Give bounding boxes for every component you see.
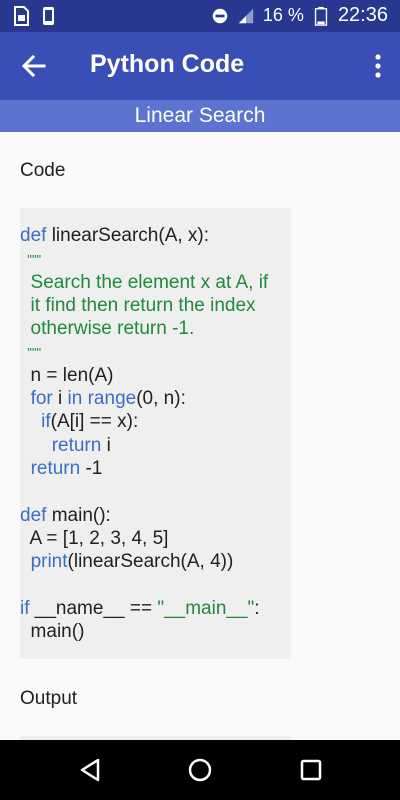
code-token: it find then return the index	[20, 294, 256, 316]
battery-icon	[314, 6, 328, 26]
code-token: return	[51, 434, 102, 456]
code-line: A = [1, 2, 3, 4, 5]	[20, 527, 291, 550]
code-line: Search the element x at A, if	[20, 271, 291, 294]
signal-icon	[238, 8, 254, 23]
sub-header: Linear Search	[0, 100, 400, 132]
home-circle-icon[interactable]	[186, 756, 214, 784]
code-token: print	[30, 551, 68, 573]
code-token: n = len(A)	[20, 364, 114, 386]
code-token: if	[20, 597, 30, 619]
code-token: i	[52, 388, 68, 410]
code-line: if __name__ == "__main__":	[20, 597, 291, 620]
phone-icon	[43, 7, 54, 25]
code-token: otherwise return -1.	[20, 318, 195, 340]
code-line: def main():	[20, 504, 291, 527]
recents-square-icon[interactable]	[297, 756, 325, 784]
code-line: return -1	[20, 457, 291, 480]
back-triangle-icon[interactable]	[76, 756, 104, 784]
code-token: range	[87, 388, 137, 410]
clock: 22:36	[337, 4, 388, 26]
code-token: :	[254, 597, 260, 619]
sim-card-icon	[14, 6, 29, 26]
battery-percent: 16 %	[262, 5, 304, 25]
code-line: """	[20, 340, 291, 363]
code-token: return	[30, 457, 81, 479]
code-line: if(A[i] == x):	[20, 410, 291, 433]
code-token: __name__ ==	[29, 597, 158, 619]
code-line: main()	[20, 620, 291, 643]
code-section-label: Code	[20, 160, 66, 181]
code-token: """	[20, 252, 42, 268]
code-token: Search the element x at A, if	[20, 271, 269, 293]
code-token: i	[101, 434, 111, 456]
code-line: print(linearSearch(A, 4))	[20, 550, 291, 573]
code-line: otherwise return -1.	[20, 317, 291, 340]
code-token: (A[i] == x):	[50, 411, 139, 433]
code-token: """	[20, 345, 42, 361]
code-token: A = [1, 2, 3, 4, 5]	[20, 527, 169, 549]
code-token: def	[20, 504, 47, 526]
code-text: def linearSearch(A, x): """ Search the e…	[20, 208, 291, 643]
code-token: in	[67, 388, 83, 410]
navigation-bar	[0, 740, 400, 800]
do-not-disturb-icon	[212, 8, 228, 23]
code-token: main():	[46, 504, 111, 526]
code-line: n = len(A)	[20, 364, 291, 387]
code-token: "__main__"	[157, 597, 255, 619]
code-token: linearSearch(A, x):	[46, 225, 210, 246]
code-line: """	[20, 247, 291, 270]
code-block: def linearSearch(A, x): """ Search the e…	[20, 208, 291, 659]
code-token: if	[41, 411, 51, 433]
code-token: (0, n):	[136, 388, 186, 410]
app-bar: Python Code	[0, 32, 400, 100]
status-bar: 16 % 22:36	[0, 0, 400, 32]
code-token: (linearSearch(A, 4))	[67, 551, 234, 573]
output-section-label: Output	[20, 688, 78, 709]
arrow-back-icon[interactable]	[20, 52, 48, 80]
code-line: def linearSearch(A, x):	[20, 224, 291, 247]
code-token: -1	[80, 457, 103, 479]
code-line: return i	[20, 434, 291, 457]
code-line: for i in range(0, n):	[20, 387, 291, 410]
code-token: main()	[20, 621, 85, 643]
page-title: Python Code	[90, 50, 245, 78]
code-token: def	[20, 225, 47, 246]
code-token: for	[30, 388, 53, 410]
code-line: it find then return the index	[20, 294, 291, 317]
more-vert-icon[interactable]	[370, 52, 386, 80]
